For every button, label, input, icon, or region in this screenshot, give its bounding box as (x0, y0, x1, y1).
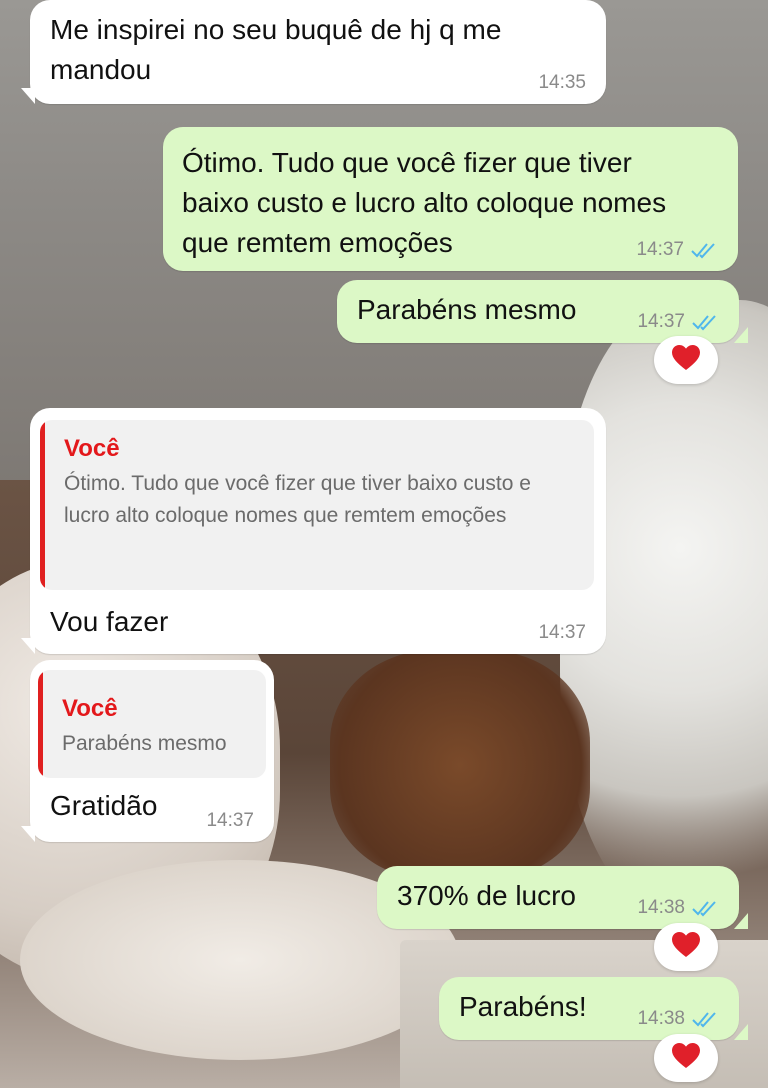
message-bubble-outgoing[interactable]: Parabéns mesmo 14:37 (337, 280, 748, 343)
message-text: Ótimo. Tudo que você fizer que tiver bai… (182, 147, 667, 258)
message-meta: 14:37 (636, 239, 718, 261)
message-meta: 14:38 (637, 897, 719, 919)
message-bubble-outgoing[interactable]: Parabéns! 14:38 (439, 977, 748, 1040)
quote-text: Ótimo. Tudo que você fizer que tiver bai… (64, 472, 531, 527)
reply-quote[interactable]: Você Parabéns mesmo (38, 670, 266, 778)
message-bubble-incoming-reply[interactable]: Você Parabéns mesmo Gratidão 14:37 (21, 660, 274, 842)
double-check-icon (691, 313, 719, 331)
wallpaper-cloth (330, 650, 590, 880)
heart-icon (671, 931, 701, 964)
quote-text: Parabéns mesmo (62, 732, 227, 755)
double-check-icon (691, 1010, 719, 1028)
message-bubble-outgoing[interactable]: Ótimo. Tudo que você fizer que tiver bai… (163, 127, 738, 271)
message-time: 14:35 (538, 72, 586, 93)
message-time: 14:37 (538, 622, 586, 643)
message-time: 14:37 (637, 311, 685, 332)
reaction-badge[interactable] (654, 1034, 718, 1082)
message-time: 14:37 (206, 810, 254, 831)
message-meta: 14:35 (538, 72, 586, 94)
reaction-badge[interactable] (654, 336, 718, 384)
reaction-badge[interactable] (654, 923, 718, 971)
message-bubble-outgoing[interactable]: 370% de lucro 14:38 (377, 866, 748, 929)
message-text: Me inspirei no seu buquê de hj q me mand… (50, 14, 502, 85)
message-bubble-incoming[interactable]: Me inspirei no seu buquê de hj q me mand… (21, 0, 606, 104)
message-meta: 14:37 (538, 622, 586, 644)
message-text: Vou fazer (50, 606, 169, 637)
message-bubble-incoming-reply[interactable]: Você Ótimo. Tudo que você fizer que tive… (21, 408, 606, 654)
double-check-icon (691, 899, 719, 917)
message-meta: 14:37 (206, 810, 254, 832)
reply-quote[interactable]: Você Ótimo. Tudo que você fizer que tive… (40, 420, 594, 590)
quote-author: Você (64, 435, 120, 462)
message-time: 14:38 (637, 1008, 685, 1029)
heart-icon (671, 1042, 701, 1075)
message-time: 14:37 (636, 239, 684, 260)
double-check-icon (690, 241, 718, 259)
message-meta: 14:38 (637, 1008, 719, 1030)
heart-icon (671, 344, 701, 377)
quote-author: Você (62, 695, 118, 722)
message-time: 14:38 (637, 897, 685, 918)
message-meta: 14:37 (637, 311, 719, 333)
